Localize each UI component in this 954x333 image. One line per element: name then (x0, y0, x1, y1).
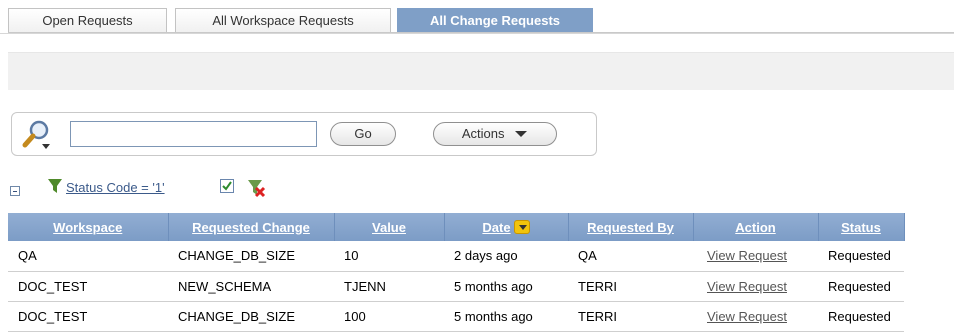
cell-workspace: QA (8, 241, 168, 272)
view-request-link[interactable]: View Request (693, 301, 818, 332)
tab-open-requests[interactable]: Open Requests (8, 8, 167, 33)
cell-status: Requested (818, 241, 904, 272)
tab-bar-divider (8, 32, 954, 33)
region-header-bar (8, 52, 954, 90)
cell-requested-change: CHANGE_DB_SIZE (168, 301, 334, 332)
filter-condition-link[interactable]: Status Code = '1' (66, 180, 165, 195)
column-header-date-label: Date (482, 219, 511, 235)
cell-workspace: DOC_TEST (8, 271, 168, 302)
checkbox-icon[interactable] (220, 179, 234, 193)
view-request-link[interactable]: View Request (693, 271, 818, 302)
table-row: DOC_TEST CHANGE_DB_SIZE 100 5 months ago… (8, 301, 904, 332)
column-header-action[interactable]: Action (693, 213, 819, 241)
column-header-workspace[interactable]: Workspace (8, 213, 169, 241)
cell-requested-change: CHANGE_DB_SIZE (168, 241, 334, 272)
change-requests-table: Workspace Requested Change Value Date Re… (8, 213, 905, 332)
column-header-requested-change[interactable]: Requested Change (168, 213, 335, 241)
sort-desc-icon[interactable] (513, 219, 530, 234)
cell-date: 5 months ago (444, 301, 568, 332)
column-header-value[interactable]: Value (334, 213, 445, 241)
cell-value: 10 (334, 241, 444, 272)
actions-menu-button[interactable]: Actions (433, 122, 557, 146)
clear-filter-icon[interactable] (247, 178, 267, 198)
filter-row: Status Code = '1' (8, 175, 408, 201)
cell-requested-change: NEW_SCHEMA (168, 271, 334, 302)
tab-bar: Open Requests All Workspace Requests All… (0, 0, 954, 34)
funnel-icon (48, 179, 62, 193)
collapse-icon[interactable] (10, 186, 20, 196)
column-header-status[interactable]: Status (818, 213, 905, 241)
cell-value: 100 (334, 301, 444, 332)
cell-requested-by: TERRI (568, 301, 693, 332)
tab-all-workspace-requests[interactable]: All Workspace Requests (175, 8, 391, 33)
cell-value: TJENN (334, 271, 444, 302)
search-icon[interactable] (20, 118, 54, 152)
cell-date: 5 months ago (444, 271, 568, 302)
check-mark-icon (222, 181, 232, 191)
view-request-link[interactable]: View Request (693, 241, 818, 272)
cell-status: Requested (818, 271, 904, 302)
cell-requested-by: TERRI (568, 271, 693, 302)
cell-requested-by: QA (568, 241, 693, 272)
table-row: DOC_TEST NEW_SCHEMA TJENN 5 months ago T… (8, 271, 904, 302)
tab-all-change-requests[interactable]: All Change Requests (397, 8, 593, 33)
table-row: QA CHANGE_DB_SIZE 10 2 days ago QA View … (8, 241, 904, 272)
cell-status: Requested (818, 301, 904, 332)
actions-menu-label: Actions (461, 126, 505, 141)
column-header-requested-by[interactable]: Requested By (568, 213, 694, 241)
chevron-down-icon (515, 131, 528, 137)
cell-workspace: DOC_TEST (8, 301, 168, 332)
search-input[interactable] (70, 121, 317, 147)
table-header-row: Workspace Requested Change Value Date Re… (8, 213, 905, 241)
cell-date: 2 days ago (444, 241, 568, 272)
go-button[interactable]: Go (330, 122, 396, 146)
column-header-date[interactable]: Date (444, 213, 569, 241)
